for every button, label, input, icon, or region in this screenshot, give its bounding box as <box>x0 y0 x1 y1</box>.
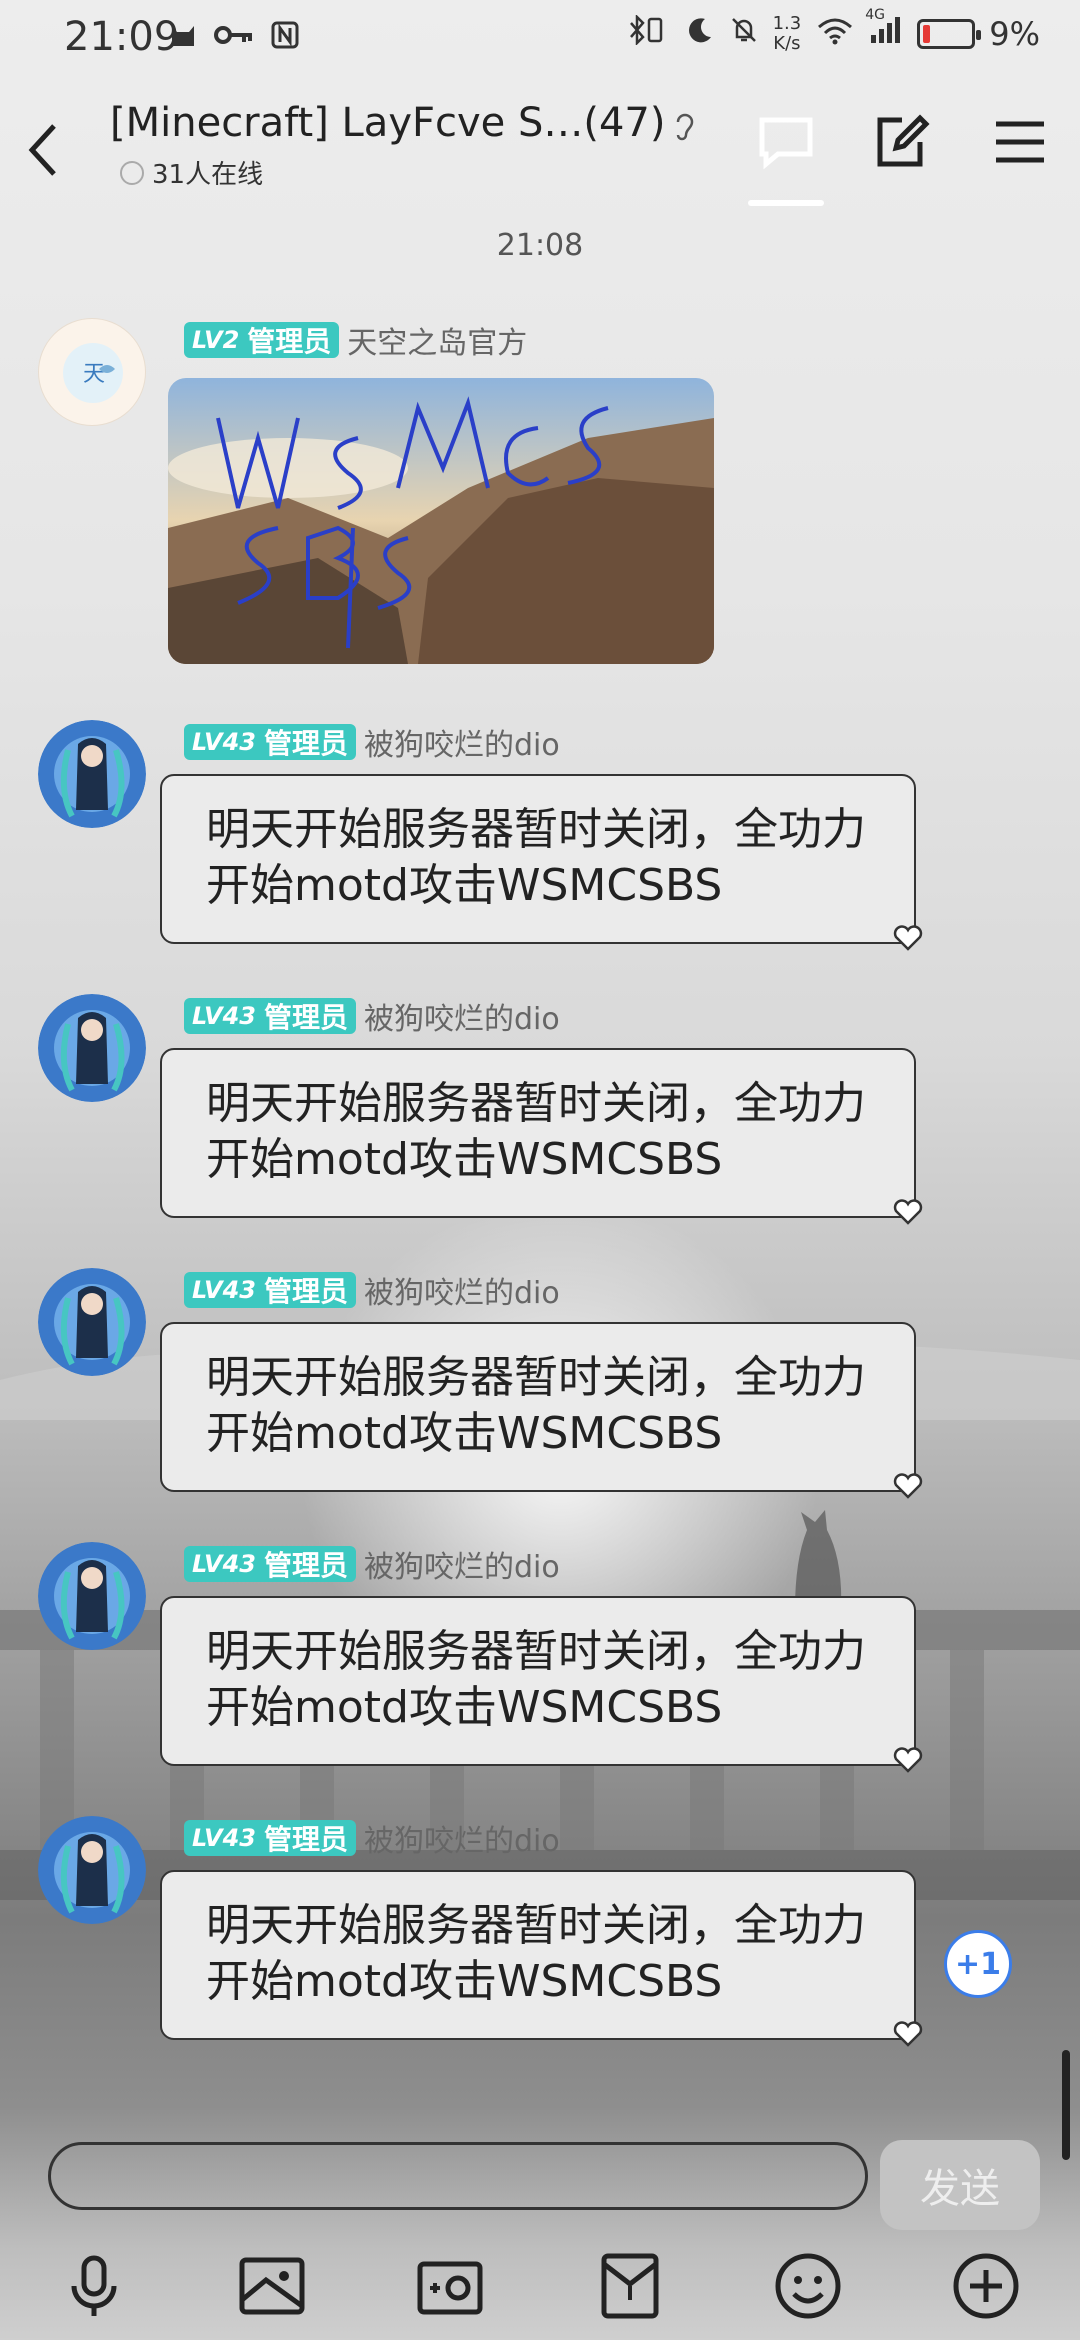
message-bubble[interactable]: 明天开始服务器暂时关闭，全功力开始motd攻击WSMCSBS <box>160 1048 916 1218</box>
active-tab-indicator <box>748 200 824 206</box>
heart-icon[interactable] <box>893 2021 923 2047</box>
microphone-icon[interactable] <box>58 2250 130 2322</box>
avatar[interactable]: 天 <box>38 318 146 426</box>
avatar[interactable] <box>38 1542 146 1650</box>
message-input[interactable] <box>48 2142 868 2210</box>
red-packet-icon[interactable] <box>594 2250 666 2322</box>
message-bubble[interactable]: 明天开始服务器暂时关闭，全功力开始motd攻击WSMCSBS <box>160 1596 916 1766</box>
earpiece-mode-icon[interactable] <box>672 110 698 148</box>
sender-name[interactable]: 被狗咬烂的dio <box>364 994 560 1038</box>
bluetooth-vibrate-icon <box>627 13 671 53</box>
message-bubble[interactable]: 明天开始服务器暂时关闭，全功力开始motd攻击WSMCSBS <box>160 774 916 944</box>
plus-one-button[interactable]: +1 <box>944 1930 1012 1998</box>
online-count: 31人在线 <box>120 154 263 191</box>
level-badge: LV43 管理员 <box>184 1820 356 1856</box>
moon-icon <box>685 15 715 53</box>
heart-icon[interactable] <box>893 1747 923 1773</box>
edit-icon <box>877 114 930 167</box>
chat-bubble-icon <box>759 117 813 170</box>
avatar[interactable] <box>38 1268 146 1376</box>
post-edit-button[interactable] <box>872 112 932 172</box>
message-bubble[interactable]: 明天开始服务器暂时关闭，全功力开始motd攻击WSMCSBS <box>160 1322 916 1492</box>
heart-icon[interactable] <box>893 925 923 951</box>
nfc-icon <box>270 20 300 58</box>
online-status-icon <box>120 160 144 185</box>
sender-info: LV43 管理员 被狗咬烂的dio <box>184 1268 560 1312</box>
image-message[interactable] <box>168 378 714 664</box>
group-title[interactable]: [Minecraft] LayFcve S…(47) <box>110 100 666 146</box>
status-bar: 21:09 1.3 K/s 4G 9% <box>0 0 1080 80</box>
status-notification-icons <box>168 20 300 58</box>
avatar[interactable] <box>38 720 146 828</box>
level-badge: LV43 管理员 <box>184 1272 356 1308</box>
sender-name[interactable]: 被狗咬烂的dio <box>364 1268 560 1312</box>
input-toolbar <box>0 2240 1080 2340</box>
key-icon <box>214 20 254 58</box>
emoji-icon[interactable] <box>772 2250 844 2322</box>
battery-icon <box>917 19 982 49</box>
cellular-signal-icon: 4G <box>865 7 903 53</box>
message-bubble[interactable]: 明天开始服务器暂时关闭，全功力开始motd攻击WSMCSBS <box>160 1870 916 2040</box>
plus-icon[interactable] <box>950 2250 1022 2322</box>
sender-info: LV43 管理员 被狗咬烂的dio <box>184 1816 560 1860</box>
heart-icon[interactable] <box>893 1199 923 1225</box>
avatar[interactable] <box>38 994 146 1102</box>
chat-header: [Minecraft] LayFcve S…(47) 31人在线 <box>0 80 1080 210</box>
chat-tab-button[interactable] <box>756 112 816 172</box>
wifi-icon <box>815 15 855 53</box>
network-speed: 1.3 K/s <box>772 13 802 54</box>
menu-button[interactable] <box>990 112 1050 172</box>
status-time: 21:09 <box>64 14 180 60</box>
sender-info: LV2 管理员 天空之岛官方 <box>184 318 527 362</box>
sender-info: LV43 管理员 被狗咬烂的dio <box>184 1542 560 1586</box>
image-icon[interactable] <box>236 2250 308 2322</box>
sender-info: LV43 管理员 被狗咬烂的dio <box>184 994 560 1038</box>
status-system-icons: 1.3 K/s 4G 9% <box>627 7 1040 54</box>
chevron-left-icon <box>28 124 56 176</box>
back-button[interactable] <box>14 110 74 190</box>
mute-bell-icon <box>729 15 759 53</box>
sender-name[interactable]: 被狗咬烂的dio <box>364 1816 560 1860</box>
cat-icon <box>168 20 198 58</box>
level-badge: LV43 管理员 <box>184 998 356 1034</box>
scrollbar[interactable] <box>1062 2050 1070 2160</box>
avatar-text: 天 <box>83 362 105 387</box>
level-badge: LV43 管理员 <box>184 1546 356 1582</box>
send-button[interactable]: 发送 <box>880 2140 1040 2230</box>
hamburger-menu-icon <box>996 121 1044 163</box>
message-time-divider: 21:08 <box>496 228 584 263</box>
battery-percent: 9% <box>989 15 1040 53</box>
avatar[interactable] <box>38 1816 146 1924</box>
sender-info: LV43 管理员 被狗咬烂的dio <box>184 720 560 764</box>
level-badge: LV2 管理员 <box>184 322 340 358</box>
level-badge: LV43 管理员 <box>184 724 356 760</box>
sender-name[interactable]: 天空之岛官方 <box>347 318 527 362</box>
heart-icon[interactable] <box>893 1473 923 1499</box>
sender-name[interactable]: 被狗咬烂的dio <box>364 1542 560 1586</box>
sender-name[interactable]: 被狗咬烂的dio <box>364 720 560 764</box>
camera-icon[interactable] <box>414 2250 486 2322</box>
